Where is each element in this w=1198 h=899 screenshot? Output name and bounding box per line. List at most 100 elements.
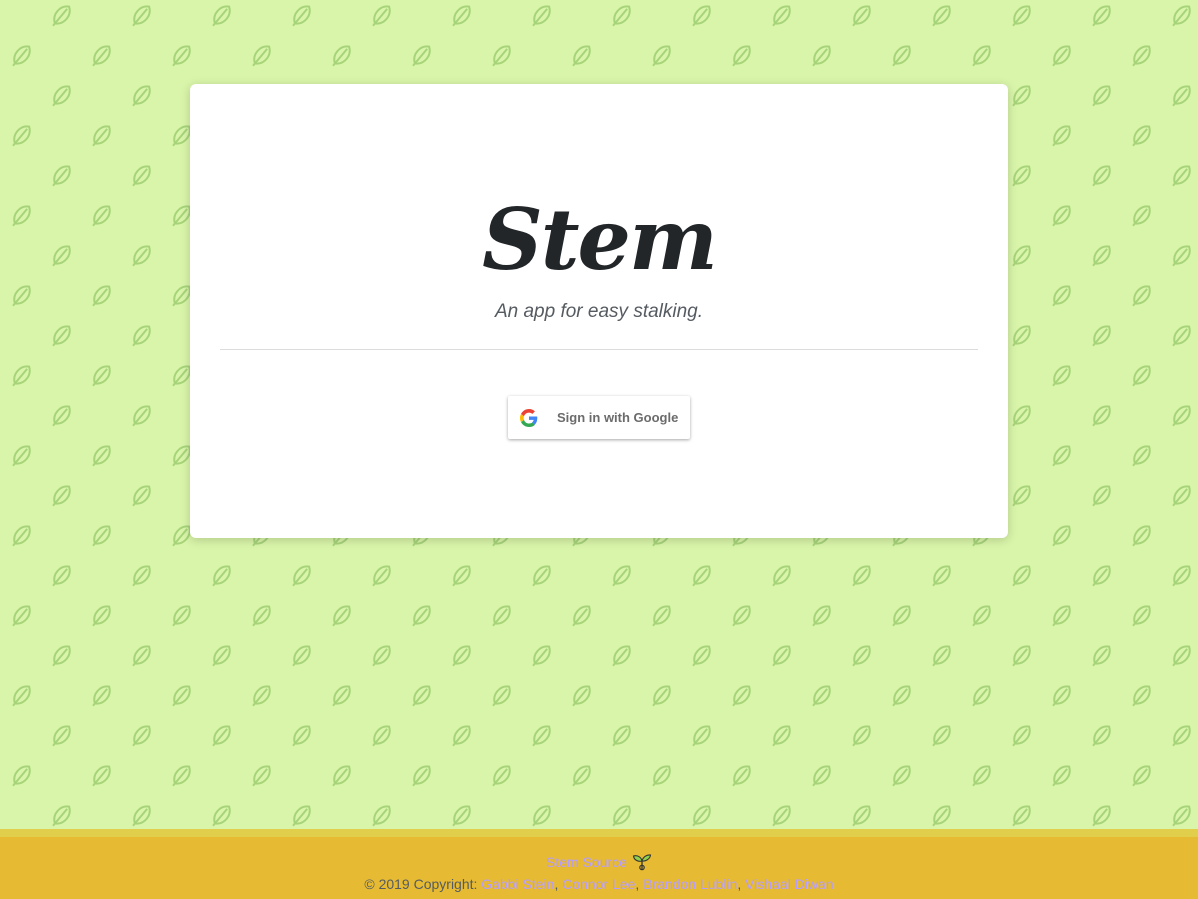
leaf-icon	[212, 565, 231, 587]
leaf-icon	[212, 805, 231, 827]
leaf-icon	[252, 45, 271, 67]
leaf-icon	[172, 45, 191, 67]
leaf-icon	[1092, 165, 1111, 187]
leaf-icon	[12, 125, 31, 147]
leaf-icon	[652, 605, 671, 627]
leaf-icon	[452, 5, 471, 27]
leaf-icon	[572, 685, 591, 707]
app-logo: Stem	[482, 190, 718, 289]
leaf-icon	[972, 765, 991, 787]
leaf-icon	[1092, 805, 1111, 827]
leaf-icon	[12, 445, 31, 467]
leaf-icon	[1132, 525, 1151, 547]
leaf-icon	[1092, 725, 1111, 747]
author-link-gabbi-stein[interactable]: Gabbi Stein	[481, 876, 554, 892]
leaf-icon	[1172, 645, 1191, 667]
leaf-icon	[12, 205, 31, 227]
leaf-icon	[252, 605, 271, 627]
leaf-icon	[12, 285, 31, 307]
leaf-icon	[892, 45, 911, 67]
leaf-icon	[1092, 405, 1111, 427]
leaf-icon	[1052, 125, 1071, 147]
leaf-icon	[292, 805, 311, 827]
leaf-icon	[1012, 405, 1031, 427]
leaf-icon	[692, 805, 711, 827]
leaf-icon	[452, 725, 471, 747]
login-card: Stem An app for easy stalking. Sign in w…	[190, 84, 1008, 538]
leaf-icon	[1092, 485, 1111, 507]
leaf-icon	[52, 85, 71, 107]
leaf-icon	[1132, 205, 1151, 227]
leaf-icon	[92, 125, 111, 147]
leaf-icon	[132, 645, 151, 667]
author-link-vishaal-diwan[interactable]: Vishaal Diwan	[745, 876, 833, 892]
leaf-icon	[1092, 245, 1111, 267]
author-link-connor-lee[interactable]: Connor Lee	[562, 876, 635, 892]
leaf-icon	[1172, 325, 1191, 347]
leaf-icon	[1012, 85, 1031, 107]
leaf-icon	[372, 805, 391, 827]
leaf-icon	[212, 725, 231, 747]
leaf-icon	[1172, 165, 1191, 187]
card-divider	[220, 349, 978, 350]
leaf-icon	[92, 365, 111, 387]
author-link-brandon-lublin[interactable]: Brandon Lublin	[643, 876, 737, 892]
leaf-icon	[132, 725, 151, 747]
leaf-icon	[92, 285, 111, 307]
leaf-icon	[692, 725, 711, 747]
leaf-icon	[1132, 45, 1151, 67]
leaf-icon	[132, 405, 151, 427]
leaf-icon	[1012, 805, 1031, 827]
leaf-icon	[52, 165, 71, 187]
leaf-icon	[1172, 565, 1191, 587]
leaf-icon	[772, 805, 791, 827]
leaf-icon	[772, 5, 791, 27]
leaf-icon	[52, 645, 71, 667]
leaf-icon	[412, 685, 431, 707]
leaf-icon	[612, 805, 631, 827]
app-tagline: An app for easy stalking.	[494, 301, 704, 322]
leaf-icon	[1172, 725, 1191, 747]
leaf-icon	[852, 805, 871, 827]
leaf-icon	[532, 5, 551, 27]
leaf-icon	[92, 685, 111, 707]
leaf-icon	[812, 765, 831, 787]
leaf-icon	[52, 325, 71, 347]
leaf-icon	[492, 45, 511, 67]
leaf-icon	[52, 485, 71, 507]
leaf-icon	[1012, 565, 1031, 587]
leaf-icon	[332, 685, 351, 707]
leaf-icon	[12, 365, 31, 387]
leaf-icon	[132, 165, 151, 187]
google-g-icon	[519, 408, 539, 428]
leaf-icon	[612, 5, 631, 27]
leaf-icon	[1052, 685, 1071, 707]
leaf-icon	[52, 565, 71, 587]
leaf-icon	[252, 765, 271, 787]
copyright-line: © 2019 Copyright: Gabbi Stein, Connor Le…	[0, 876, 1198, 892]
leaf-icon	[1052, 205, 1071, 227]
leaf-icon	[52, 5, 71, 27]
leaf-icon	[732, 45, 751, 67]
leaf-icon	[932, 565, 951, 587]
leaf-icon	[132, 805, 151, 827]
leaf-icon	[972, 605, 991, 627]
leaf-icon	[892, 685, 911, 707]
leaf-icon	[1092, 645, 1111, 667]
google-signin-button[interactable]: Sign in with Google	[508, 396, 690, 439]
footer-top-strip	[0, 829, 1198, 837]
leaf-icon	[132, 5, 151, 27]
leaf-icon	[972, 685, 991, 707]
stem-source-link[interactable]: Stem Source	[546, 854, 627, 870]
leaf-icon	[1132, 125, 1151, 147]
leaf-icon	[1052, 285, 1071, 307]
leaf-icon	[12, 45, 31, 67]
leaf-icon	[92, 205, 111, 227]
leaf-icon	[92, 45, 111, 67]
leaf-icon	[452, 645, 471, 667]
leaf-icon	[772, 725, 791, 747]
leaf-icon	[1012, 485, 1031, 507]
leaf-icon	[252, 685, 271, 707]
leaf-icon	[132, 485, 151, 507]
leaf-icon	[852, 645, 871, 667]
